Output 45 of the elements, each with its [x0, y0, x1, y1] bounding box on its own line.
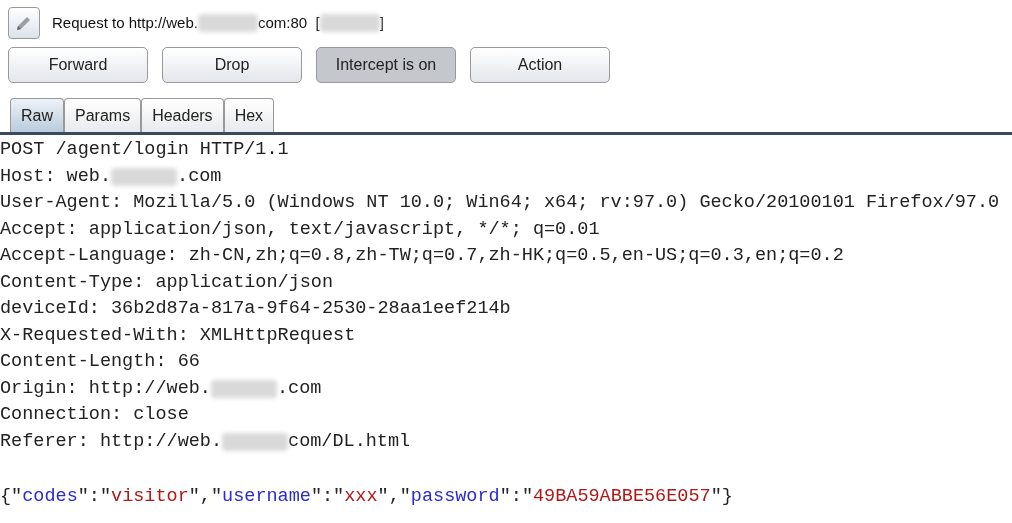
text-label: Connection: close — [0, 403, 189, 427]
tab[interactable]: Params — [64, 98, 142, 132]
json-token: password — [410, 485, 500, 507]
toolbar-button[interactable]: Forward — [8, 47, 148, 83]
toolbar-button[interactable]: Intercept is on — [316, 47, 456, 83]
edit-button[interactable] — [8, 7, 40, 39]
text-label: User-Agent: Mozilla/5.0 (Windows NT 10.0; Win64; x64; rv:97.0) Gecko/20100101 Firefox/97.0 — [0, 191, 1000, 215]
json-token: xxx — [344, 485, 378, 507]
text-label: Referer: http://web. — [0, 429, 223, 454]
json-token: "," — [377, 485, 411, 507]
text-label: .com — [177, 164, 222, 189]
text-label: com/DL.html — [288, 429, 411, 454]
redaction-blur — [319, 14, 380, 32]
toolbar-button[interactable]: Drop — [162, 47, 302, 83]
text-label: Host: web. — [0, 164, 112, 189]
text-label: .com — [276, 376, 322, 401]
tab[interactable]: Hex — [223, 98, 275, 132]
text-label: Content-Length: 66 — [0, 350, 200, 374]
tab[interactable]: Headers — [141, 98, 224, 132]
json-token: "} — [710, 485, 733, 507]
redaction-blur — [222, 432, 289, 451]
text-label: POST /agent/login HTTP/1.1 — [0, 138, 289, 162]
text-label: com:80 [ — [257, 12, 320, 33]
text-label: Accept: application/json, text/javascript, */*; q=0.01 — [0, 217, 600, 242]
toolbar-button[interactable]: Action — [470, 47, 610, 83]
redaction-blur — [197, 14, 258, 32]
json-token: {" — [0, 485, 23, 507]
json-token: codes — [22, 485, 78, 507]
redaction-blur — [210, 379, 277, 398]
json-token: visitor — [111, 485, 189, 507]
text-label: deviceId: 36b2d87a-817a-9f64-2530-28aa1eef214b — [0, 297, 511, 321]
redaction-blur — [111, 167, 178, 186]
json-token: ":" — [77, 485, 112, 507]
text-label: ] — [379, 12, 384, 33]
json-token: username — [222, 485, 311, 507]
text-label: Request to http://web. — [52, 12, 198, 33]
json-token: ":" — [310, 485, 345, 507]
text-label: Content-Type: application/json — [0, 270, 334, 295]
text-label: Origin: http://web. — [0, 376, 211, 401]
tab[interactable]: Raw — [10, 98, 64, 132]
text-label: Accept-Language: zh-CN,zh;q=0.8,zh-TW;q=0.7,zh-HK;q=0.5,en-US;q=0.3,en;q=0.2 — [0, 244, 844, 268]
json-token: "," — [188, 485, 223, 507]
text-label: X-Requested-With: XMLHttpRequest — [0, 323, 356, 348]
json-token: ":" — [499, 485, 533, 507]
json-token: 49BA59ABBE56E057 — [533, 485, 711, 507]
